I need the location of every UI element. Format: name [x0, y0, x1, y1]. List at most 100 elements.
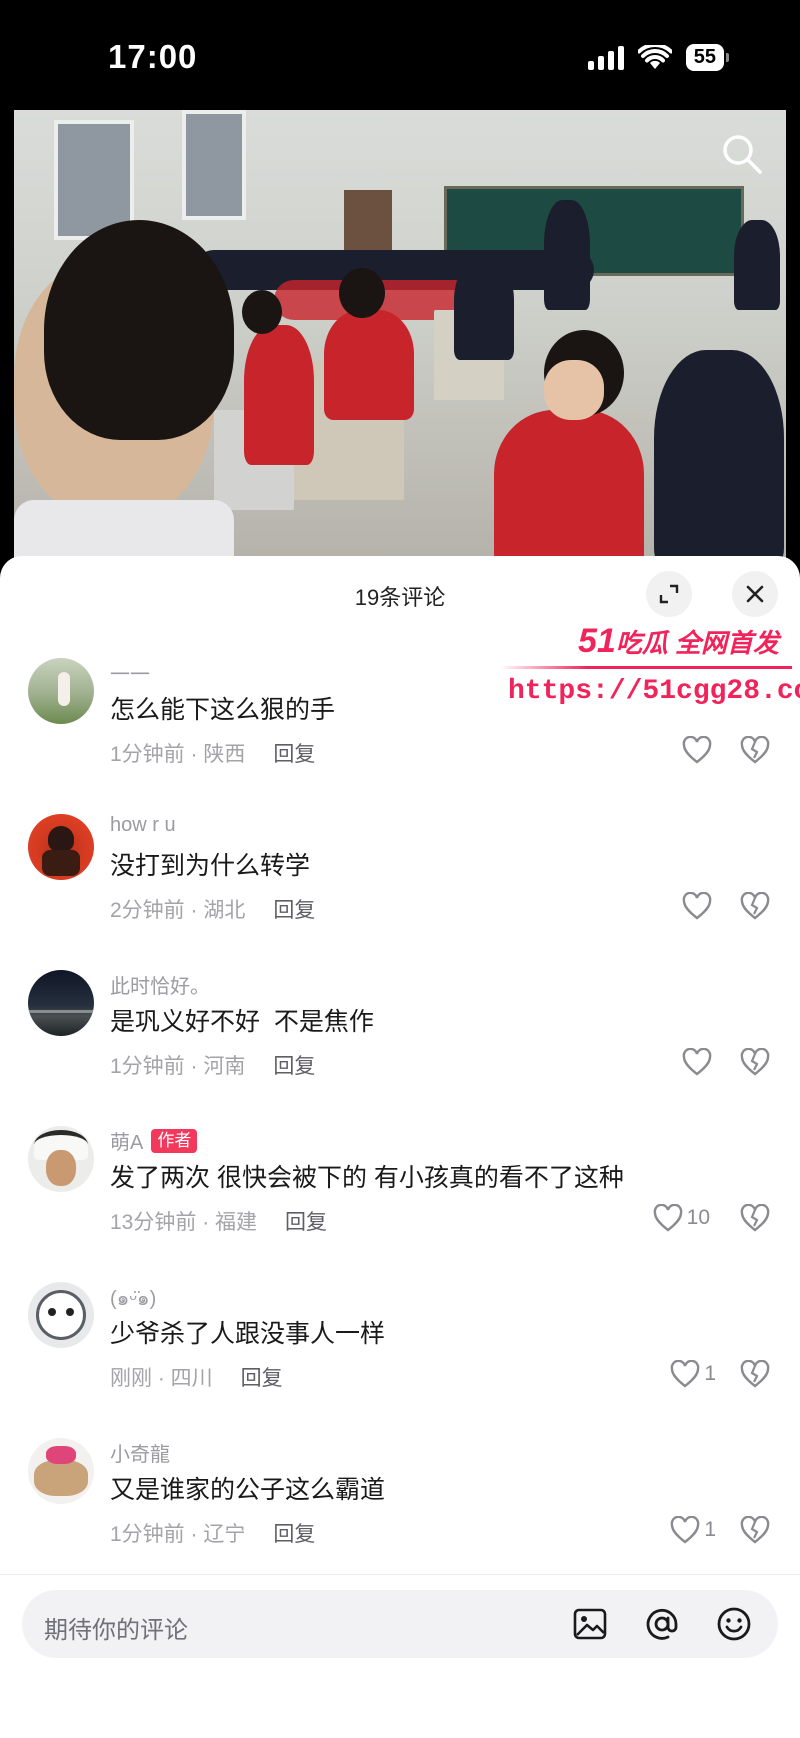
- heart-icon: [653, 1204, 682, 1232]
- heart-icon: [670, 1360, 700, 1388]
- status-bar: 17:00 55: [0, 0, 800, 110]
- comment-username[interactable]: 此时恰好。: [110, 970, 210, 999]
- battery-indicator: 55: [685, 44, 730, 71]
- heart-icon: [682, 892, 712, 920]
- comment-username[interactable]: 萌A 作者: [110, 1126, 198, 1155]
- broken-heart-icon: [740, 735, 770, 764]
- reply-button[interactable]: 回复: [273, 1050, 315, 1080]
- comment-time-location: 2分钟前 · 湖北: [110, 899, 246, 922]
- wifi-icon: [637, 44, 672, 69]
- comment-time-location: 1分钟前 · 辽宁: [110, 1523, 246, 1546]
- dislike-button[interactable]: [740, 1047, 770, 1081]
- broken-heart-icon: [740, 1515, 770, 1544]
- avatar[interactable]: [28, 1438, 94, 1504]
- avatar[interactable]: [28, 1282, 94, 1348]
- broken-heart-icon: [740, 1047, 770, 1076]
- comment-meta: 2分钟前 · 湖北 回复: [110, 894, 315, 924]
- avatar[interactable]: [28, 1126, 94, 1192]
- like-button[interactable]: 10: [653, 1204, 710, 1232]
- reply-button[interactable]: 回复: [273, 894, 315, 924]
- watermark-logo: 51吃瓜 全网首发: [578, 622, 779, 661]
- broken-heart-icon: [740, 1203, 770, 1232]
- emoji-icon[interactable]: [714, 1604, 754, 1644]
- username-text: 萌A: [110, 1132, 144, 1154]
- comment-text: 少爷杀了人跟没事人一样: [110, 1320, 386, 1348]
- like-button[interactable]: 1: [670, 1516, 716, 1544]
- at-icon[interactable]: [642, 1604, 682, 1644]
- comment-input-placeholder: 期待你的评论: [44, 1617, 188, 1644]
- avatar[interactable]: [28, 814, 94, 880]
- comment-input[interactable]: 期待你的评论: [22, 1590, 778, 1658]
- expand-button[interactable]: [646, 571, 692, 617]
- broken-heart-icon: [740, 891, 770, 920]
- broken-heart-icon: [740, 1359, 770, 1388]
- comment-username[interactable]: 一一: [110, 658, 150, 687]
- image-icon[interactable]: [570, 1604, 610, 1644]
- comment-text: 是巩义好不好 不是焦作: [110, 1008, 374, 1036]
- comment-meta: 1分钟前 · 河南 回复: [110, 1050, 315, 1080]
- like-button[interactable]: 1: [670, 1360, 716, 1388]
- username-text: how r u: [110, 814, 176, 836]
- student-head: [242, 290, 282, 334]
- student-head: [339, 268, 385, 318]
- like-button[interactable]: [682, 892, 716, 920]
- comment-time-location: 1分钟前 · 河南: [110, 1055, 246, 1078]
- dislike-button[interactable]: [740, 1359, 770, 1393]
- watermark-url: https://51cgg28.com: [508, 676, 800, 707]
- teacher: [544, 200, 590, 310]
- like-count: 10: [686, 1206, 710, 1229]
- reply-button[interactable]: 回复: [285, 1206, 327, 1236]
- student: [244, 325, 314, 465]
- student: [494, 410, 644, 560]
- like-button[interactable]: [682, 736, 716, 764]
- username-text: 此时恰好。: [110, 976, 210, 998]
- comment-username[interactable]: 小奇龍: [110, 1438, 170, 1467]
- comment-item: 萌A 作者 发了两次 很快会被下的 有小孩真的看不了这种 13分钟前 · 福建 …: [0, 1114, 800, 1270]
- heart-icon: [682, 1048, 712, 1076]
- comment-username[interactable]: how r u: [110, 814, 176, 837]
- watermark: 51吃瓜 全网首发 https://51cgg28.com: [500, 622, 800, 722]
- classroom-window: [182, 110, 246, 220]
- like-count: 1: [704, 1518, 716, 1541]
- username-text: (๑ᵕ̈๑): [110, 1288, 157, 1310]
- cellular-signal-icon: [587, 45, 624, 70]
- search-icon[interactable]: [718, 130, 766, 178]
- comment-time-location: 刚刚 · 四川: [110, 1367, 213, 1390]
- comment-meta: 13分钟前 · 福建 回复: [110, 1206, 327, 1236]
- avatar[interactable]: [28, 970, 94, 1036]
- comment-item: how r u 没打到为什么转学 2分钟前 · 湖北 回复: [0, 802, 800, 958]
- student-head: [44, 220, 234, 440]
- close-button[interactable]: [732, 571, 778, 617]
- reply-button[interactable]: 回复: [273, 1518, 315, 1548]
- dislike-button[interactable]: [740, 891, 770, 925]
- comment-text: 发了两次 很快会被下的 有小孩真的看不了这种: [110, 1164, 624, 1192]
- comment-time-location: 13分钟前 · 福建: [110, 1211, 258, 1234]
- username-text: 一一: [110, 664, 150, 686]
- student: [654, 350, 784, 560]
- username-text: 小奇龍: [110, 1444, 170, 1466]
- reply-button[interactable]: 回复: [241, 1362, 283, 1392]
- comment-username[interactable]: (๑ᵕ̈๑): [110, 1282, 156, 1314]
- comment-meta: 1分钟前 · 辽宁 回复: [110, 1518, 315, 1548]
- dislike-button[interactable]: [740, 735, 770, 769]
- avatar[interactable]: [28, 658, 94, 724]
- student: [324, 310, 414, 420]
- like-count: 1: [704, 1362, 716, 1385]
- comments-sheet: 19条评论 一一 怎么能下这么狠的手 1分钟前 · 陕西 回复 how r u …: [0, 556, 800, 1738]
- dislike-button[interactable]: [740, 1515, 770, 1549]
- comment-meta: 1分钟前 · 陕西 回复: [110, 738, 315, 768]
- input-divider: [0, 1574, 800, 1575]
- author-badge: 作者: [151, 1128, 198, 1153]
- status-time: 17:00: [108, 38, 198, 75]
- comment-item: (๑ᵕ̈๑) 少爷杀了人跟没事人一样 刚刚 · 四川 回复 1: [0, 1270, 800, 1426]
- comment-meta: 刚刚 · 四川 回复: [110, 1362, 283, 1392]
- like-button[interactable]: [682, 1048, 716, 1076]
- comment-text: 又是谁家的公子这么霸道: [110, 1476, 386, 1504]
- dislike-button[interactable]: [740, 1203, 770, 1237]
- watermark-brand-number: 51: [578, 622, 616, 660]
- comment-time-location: 1分钟前 · 陕西: [110, 743, 246, 766]
- reply-button[interactable]: 回复: [273, 738, 315, 768]
- comments-header: 19条评论: [0, 556, 800, 632]
- video-player[interactable]: [14, 110, 786, 560]
- heart-icon: [670, 1516, 700, 1544]
